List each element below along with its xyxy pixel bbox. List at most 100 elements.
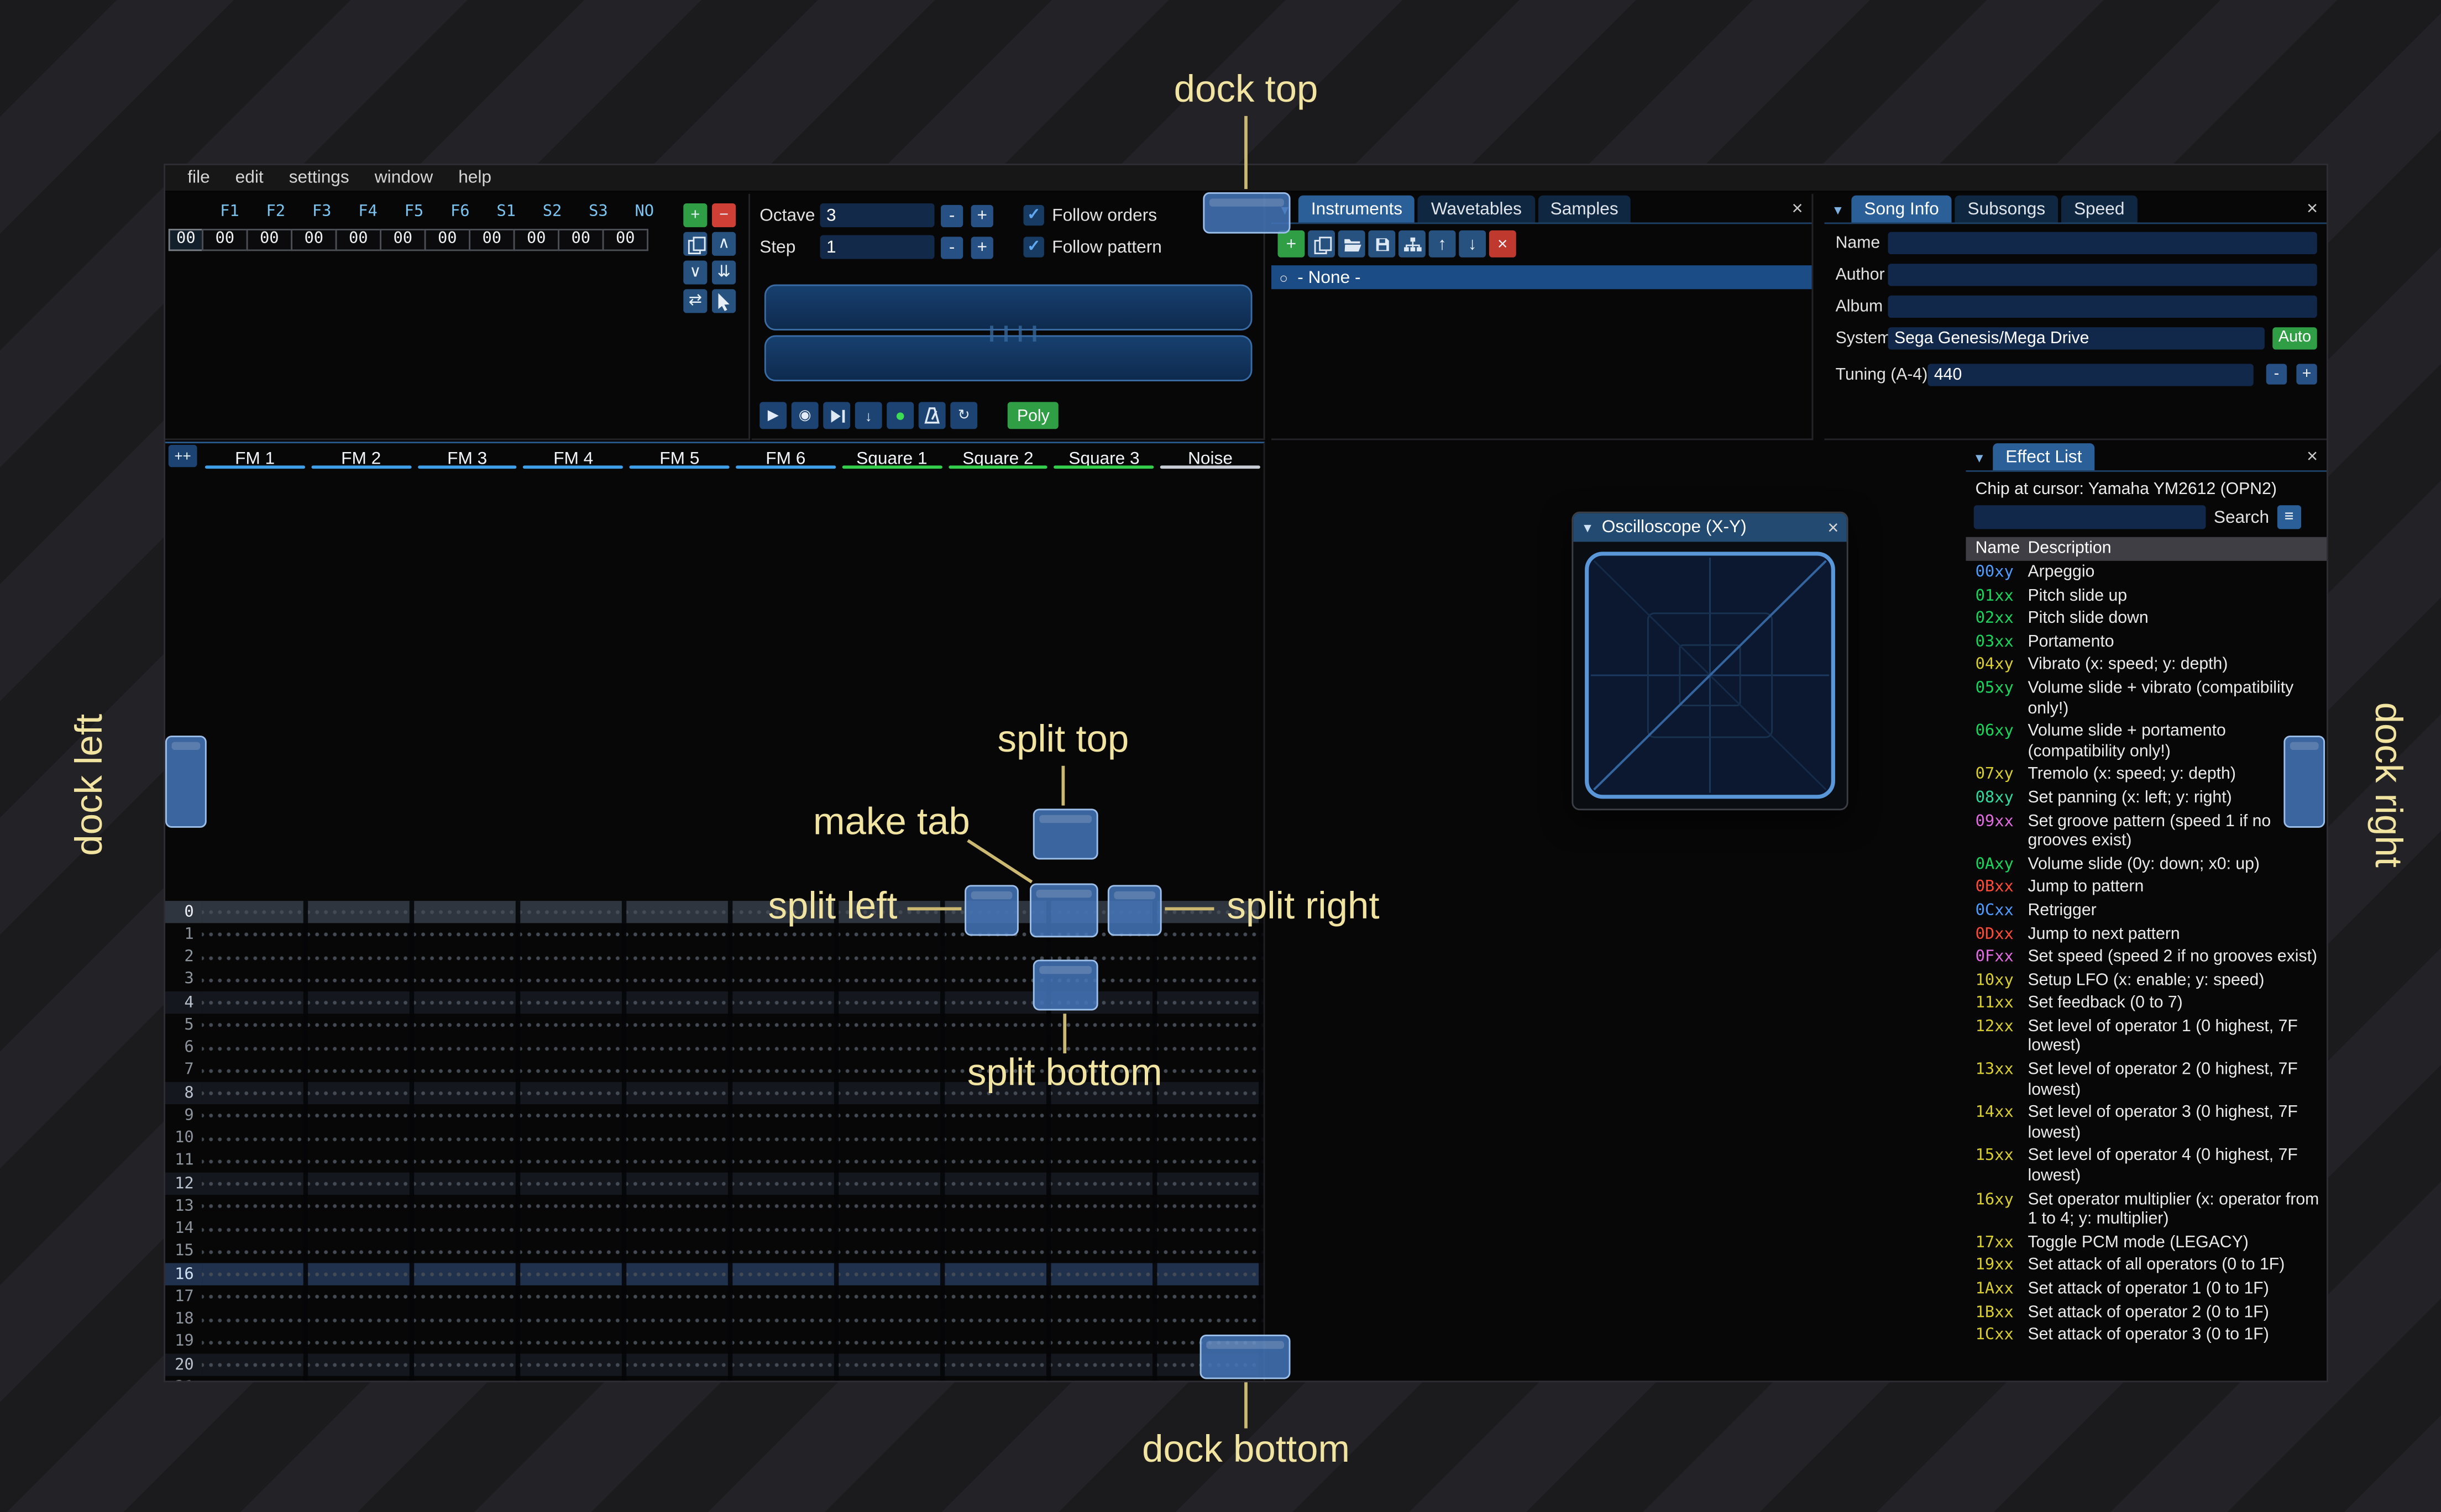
- pattern-row[interactable]: 13: [165, 1195, 1264, 1218]
- orders-channel-header[interactable]: F6: [437, 203, 483, 221]
- pattern-row[interactable]: 11: [165, 1149, 1264, 1173]
- order-cell[interactable]: 00: [469, 229, 515, 251]
- effect-filter-menu-button[interactable]: ≡: [2277, 505, 2301, 529]
- order-cell[interactable]: 00: [558, 229, 604, 251]
- orders-channel-header[interactable]: S1: [483, 203, 529, 221]
- row-cells[interactable]: [202, 1014, 1264, 1037]
- expand-channels-button[interactable]: ++: [168, 445, 197, 468]
- effect-row[interactable]: 11xx Set feedback (0 to 7): [1966, 992, 2327, 1015]
- effect-list-tab[interactable]: Effect List: [1993, 443, 2095, 470]
- pattern-row[interactable]: 10: [165, 1127, 1264, 1150]
- order-cell[interactable]: 00: [380, 229, 426, 251]
- row-cells[interactable]: [202, 1240, 1264, 1263]
- effect-row[interactable]: 15xx Set level of operator 4 (0 highest,…: [1966, 1144, 2327, 1188]
- channel-header[interactable]: FM 5: [626, 443, 732, 470]
- effect-row[interactable]: 08xy Set panning (x: left; y: right): [1966, 786, 2327, 810]
- order-change-mode-button[interactable]: ⇄: [683, 289, 708, 313]
- play-one-row-button[interactable]: [823, 402, 851, 429]
- row-cells[interactable]: [202, 991, 1264, 1014]
- row-cells[interactable]: [202, 1127, 1264, 1150]
- channel-header[interactable]: FM 4: [520, 443, 626, 470]
- row-cells[interactable]: [202, 1172, 1264, 1195]
- remove-order-button[interactable]: −: [712, 203, 736, 228]
- row-cells[interactable]: [202, 901, 1264, 924]
- channel-header[interactable]: FM 1: [202, 443, 308, 470]
- dock-left-target[interactable]: [165, 736, 207, 828]
- make-tab-target[interactable]: [1030, 883, 1098, 938]
- step-increase-button[interactable]: +: [971, 235, 993, 259]
- pattern-row[interactable]: 19: [165, 1331, 1264, 1354]
- split-left-target[interactable]: [965, 885, 1019, 936]
- octave-input[interactable]: [820, 203, 935, 228]
- effect-row[interactable]: 02xx Pitch slide down: [1966, 607, 2327, 631]
- order-cell[interactable]: 00: [202, 229, 248, 251]
- effect-row[interactable]: 0Fxx Set speed (speed 2 if no grooves ex…: [1966, 946, 2327, 969]
- effect-row[interactable]: 01xx Pitch slide up: [1966, 584, 2327, 607]
- piano-octave-row[interactable]: [764, 335, 1253, 381]
- poly-input-toggle[interactable]: Poly: [1007, 402, 1060, 429]
- orders-channel-header[interactable]: F5: [391, 203, 437, 221]
- duplicate-instrument-button[interactable]: [1308, 230, 1335, 258]
- row-cells[interactable]: [202, 1195, 1264, 1218]
- split-bottom-target[interactable]: [1033, 959, 1098, 1011]
- song-author-input[interactable]: [1888, 262, 2317, 286]
- effect-row[interactable]: 12xx Set level of operator 1 (0 highest,…: [1966, 1015, 2327, 1058]
- row-cells[interactable]: [202, 1331, 1264, 1354]
- song-album-input[interactable]: [1888, 295, 2317, 317]
- split-top-target[interactable]: [1033, 809, 1098, 860]
- order-row-index[interactable]: 00: [168, 229, 203, 251]
- effect-row[interactable]: 04xy Vibrato (x: speed; y: depth): [1966, 654, 2327, 677]
- effect-row[interactable]: 19xx Set attack of all operators (0 to 1…: [1966, 1254, 2327, 1278]
- piano-octave-row[interactable]: [764, 284, 1253, 330]
- orders-channel-header[interactable]: F3: [299, 203, 345, 221]
- pattern-row[interactable]: 5: [165, 1014, 1264, 1037]
- effect-row[interactable]: 16xy Set operator multiplier (x: operato…: [1966, 1188, 2327, 1231]
- menu-item[interactable]: help: [446, 169, 504, 188]
- effect-row[interactable]: 10xy Setup LFO (x: enable; y: speed): [1966, 969, 2327, 992]
- collapse-arrow-icon[interactable]: ▼: [1581, 521, 1594, 535]
- toggle-folders-button[interactable]: [1398, 230, 1426, 258]
- pattern-row[interactable]: 15: [165, 1240, 1264, 1263]
- open-instrument-button[interactable]: [1338, 230, 1365, 258]
- close-icon[interactable]: ×: [1787, 197, 1809, 219]
- record-button[interactable]: ●: [887, 402, 914, 429]
- order-cell[interactable]: 00: [424, 229, 470, 251]
- step-decrease-button[interactable]: -: [941, 235, 963, 259]
- row-cells[interactable]: [202, 1285, 1264, 1309]
- orders-channel-header[interactable]: S2: [529, 203, 575, 221]
- duplicate-order-to-end-button[interactable]: ⇊: [712, 260, 736, 285]
- asset-tab[interactable]: Samples: [1537, 195, 1631, 223]
- pattern-row[interactable]: 20: [165, 1353, 1264, 1377]
- order-cell[interactable]: 00: [291, 229, 337, 251]
- pattern-row[interactable]: 16: [165, 1263, 1264, 1286]
- orders-channel-header[interactable]: F1: [207, 203, 253, 221]
- effect-row[interactable]: 06xy Volume slide + portamento (compatib…: [1966, 720, 2327, 763]
- step-row-button[interactable]: ↓: [855, 402, 882, 429]
- menu-item[interactable]: file: [175, 169, 222, 188]
- window-list-arrow-icon[interactable]: ▼: [1969, 445, 1989, 470]
- effect-row[interactable]: 17xx Toggle PCM mode (LEGACY): [1966, 1231, 2327, 1254]
- stop-button[interactable]: ◉: [791, 402, 819, 429]
- row-cells[interactable]: [202, 1308, 1264, 1331]
- instrument-list-item[interactable]: ○ - None -: [1271, 265, 1812, 290]
- effect-row[interactable]: 1Cxx Set attack of operator 3 (0 to 1F): [1966, 1324, 2327, 1347]
- window-list-arrow-icon[interactable]: ▼: [1827, 197, 1848, 223]
- add-instrument-button[interactable]: +: [1277, 230, 1305, 258]
- row-cells[interactable]: [202, 946, 1264, 969]
- row-cells[interactable]: [202, 1104, 1264, 1127]
- song-info-tab[interactable]: Speed: [2061, 195, 2138, 223]
- pattern-row[interactable]: 2: [165, 946, 1264, 969]
- effect-row[interactable]: 0Axy Volume slide (0y: down; x0: up): [1966, 853, 2327, 876]
- effect-row[interactable]: 0Dxx Jump to next pattern: [1966, 922, 2327, 946]
- close-icon[interactable]: ×: [1827, 516, 1838, 538]
- order-cell[interactable]: 00: [335, 229, 381, 251]
- order-cell[interactable]: 00: [246, 229, 292, 251]
- system-auto-button[interactable]: Auto: [2272, 326, 2317, 349]
- dock-top-target[interactable]: [1203, 192, 1291, 234]
- octave-increase-button[interactable]: +: [971, 204, 993, 227]
- effect-row[interactable]: 07xy Tremolo (x: speed; y: depth): [1966, 763, 2327, 786]
- split-right-target[interactable]: [1107, 885, 1162, 936]
- menu-item[interactable]: settings: [276, 169, 362, 188]
- orders-channel-header[interactable]: S3: [575, 203, 621, 221]
- menu-item[interactable]: window: [362, 169, 446, 188]
